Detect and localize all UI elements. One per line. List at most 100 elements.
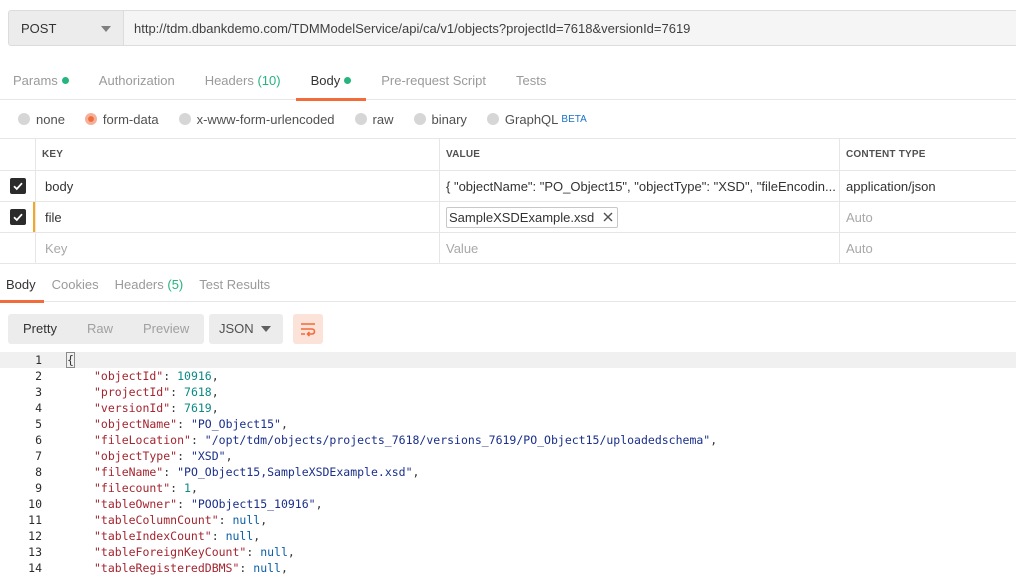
json-key: "versionId" <box>94 401 171 415</box>
row-checkbox-cell <box>0 233 36 263</box>
code-line: 1{ <box>0 352 1016 368</box>
json-key: "filecount" <box>94 481 171 495</box>
tab-cookies[interactable]: Cookies <box>44 268 107 302</box>
pretty-view-button[interactable]: Pretty <box>8 314 72 344</box>
radio-label: none <box>36 111 65 127</box>
request-tabs: Params Authorization Headers (10) Body P… <box>0 62 1016 101</box>
json-key: "tableRegisteredDBMS" <box>94 561 240 575</box>
code-line: 6 "fileLocation": "/opt/tdm/objects/proje… <box>0 432 1016 448</box>
code-line: 12 "tableIndexCount": null, <box>0 528 1016 544</box>
tab-label: Cookies <box>51 277 99 292</box>
tab-params[interactable]: Params <box>0 62 84 100</box>
preview-view-button[interactable]: Preview <box>128 314 204 344</box>
row-enabled-checkbox[interactable] <box>9 209 26 225</box>
row-content-type-cell[interactable]: application/json <box>840 171 1016 201</box>
line-number: 2 <box>35 369 42 383</box>
json-key: "tableOwner" <box>94 497 178 511</box>
row-key-cell[interactable]: file <box>36 202 440 232</box>
line-number: 3 <box>35 385 42 399</box>
request-url-input[interactable]: http://tdm.dbankdemo.com/TDMModelService… <box>124 10 1016 46</box>
response-format-select[interactable]: JSON <box>209 314 283 344</box>
tab-label: Authorization <box>98 73 175 88</box>
json-value: "XSD" <box>190 449 226 463</box>
tab-tests[interactable]: Tests <box>501 62 561 100</box>
close-icon[interactable] <box>603 212 613 222</box>
tab-test-results[interactable]: Test Results <box>191 268 278 302</box>
line-number: 12 <box>28 529 42 543</box>
json-value: "PO_Object15" <box>190 417 281 431</box>
code-line: 14 "tableRegisteredDBMS": null, <box>0 560 1016 576</box>
json-value: null <box>260 545 288 559</box>
tab-pre-request-script[interactable]: Pre-request Script <box>366 62 501 100</box>
row-key-cell[interactable]: body <box>36 171 440 201</box>
radio-none[interactable]: none <box>18 112 65 127</box>
row-value-cell[interactable]: { "objectName": "PO_Object15", "objectTy… <box>440 171 840 201</box>
code-line: 3 "projectId": 7618, <box>0 384 1016 400</box>
row-enabled-checkbox[interactable] <box>9 178 26 194</box>
tab-label: Headers <box>114 277 164 292</box>
column-header-value: VALUE <box>440 139 840 170</box>
row-content-type-cell[interactable]: Auto <box>840 202 1016 232</box>
json-value: null <box>225 529 254 543</box>
chevron-down-icon <box>101 26 111 32</box>
line-number: 1 <box>35 353 42 367</box>
line-number: 6 <box>35 433 42 447</box>
http-method-label: POST <box>21 20 57 36</box>
line-number: 10 <box>28 497 42 511</box>
radio-label: raw <box>372 111 394 127</box>
check-icon <box>12 182 23 191</box>
tab-response-headers[interactable]: Headers (5) <box>107 268 192 302</box>
line-number: 7 <box>35 449 42 463</box>
column-header-key: KEY <box>36 139 440 170</box>
tab-label: Body <box>6 277 36 292</box>
radio-form-data[interactable]: form-data <box>84 112 159 127</box>
chevron-down-icon <box>261 326 271 332</box>
radio-graphql[interactable]: GraphQL BETA <box>486 111 587 127</box>
row-checkbox-cell <box>0 202 36 232</box>
tab-response-body[interactable]: Body <box>0 268 44 303</box>
code-line: 9 "filecount": 1, <box>0 480 1016 496</box>
response-body-code-viewer[interactable]: 1{ 2 "objectId": 10916, 3 "projectId": 7618… <box>0 352 1016 578</box>
new-key-input[interactable]: Key <box>36 233 440 263</box>
tab-body[interactable]: Body <box>295 62 367 101</box>
json-value: "POObject15_10916" <box>190 497 316 511</box>
line-number: 8 <box>35 465 42 479</box>
json-key: "objectId" <box>94 369 164 383</box>
radio-circle <box>178 113 191 125</box>
code-line: 2 "objectId": 10916, <box>0 368 1016 384</box>
code-line: 5 "objectName": "PO_Object15", <box>0 416 1016 432</box>
file-chip: SampleXSDExample.xsd <box>446 206 619 228</box>
new-content-type-cell[interactable]: Auto <box>840 233 1016 263</box>
json-value: 1 <box>184 481 191 495</box>
row-checkbox-cell <box>0 171 36 201</box>
wrap-lines-icon <box>301 323 316 337</box>
drag-handle[interactable] <box>33 202 35 232</box>
tab-label: Body <box>310 73 341 88</box>
radio-circle-selected <box>84 113 97 125</box>
raw-view-button[interactable]: Raw <box>72 314 128 344</box>
request-url-bar: POST http://tdm.dbankdemo.com/TDMModelSe… <box>0 0 1016 60</box>
tab-headers[interactable]: Headers (10) <box>190 62 296 100</box>
code-line: 4 "versionId": 7619, <box>0 400 1016 416</box>
radio-x-www-form-urlencoded[interactable]: x-www-form-urlencoded <box>178 112 335 127</box>
headers-count-badge: (10) <box>257 73 281 88</box>
new-value-input[interactable]: Value <box>440 233 840 263</box>
json-value: null <box>232 513 261 527</box>
radio-raw[interactable]: raw <box>354 111 394 127</box>
response-headers-count-badge: (5) <box>167 277 184 292</box>
json-value: 10916 <box>177 369 212 383</box>
json-open-brace: { <box>66 352 75 368</box>
http-method-select[interactable]: POST <box>8 10 124 46</box>
column-header-content-type: CONTENT TYPE <box>846 149 926 160</box>
json-value: "/opt/tdm/objects/projects_7618/versions… <box>204 433 711 447</box>
tab-authorization[interactable]: Authorization <box>84 62 190 100</box>
radio-label: GraphQL <box>504 111 559 127</box>
json-value: null <box>253 561 281 575</box>
radio-circle <box>413 113 426 125</box>
line-number: 13 <box>28 545 42 559</box>
code-line: 8 "fileName": "PO_Object15,SampleXSDExamp… <box>0 464 1016 480</box>
tab-label: Test Results <box>199 277 271 292</box>
radio-binary[interactable]: binary <box>413 112 467 127</box>
response-format-label: JSON <box>219 321 254 336</box>
wrap-lines-button[interactable] <box>293 314 323 344</box>
